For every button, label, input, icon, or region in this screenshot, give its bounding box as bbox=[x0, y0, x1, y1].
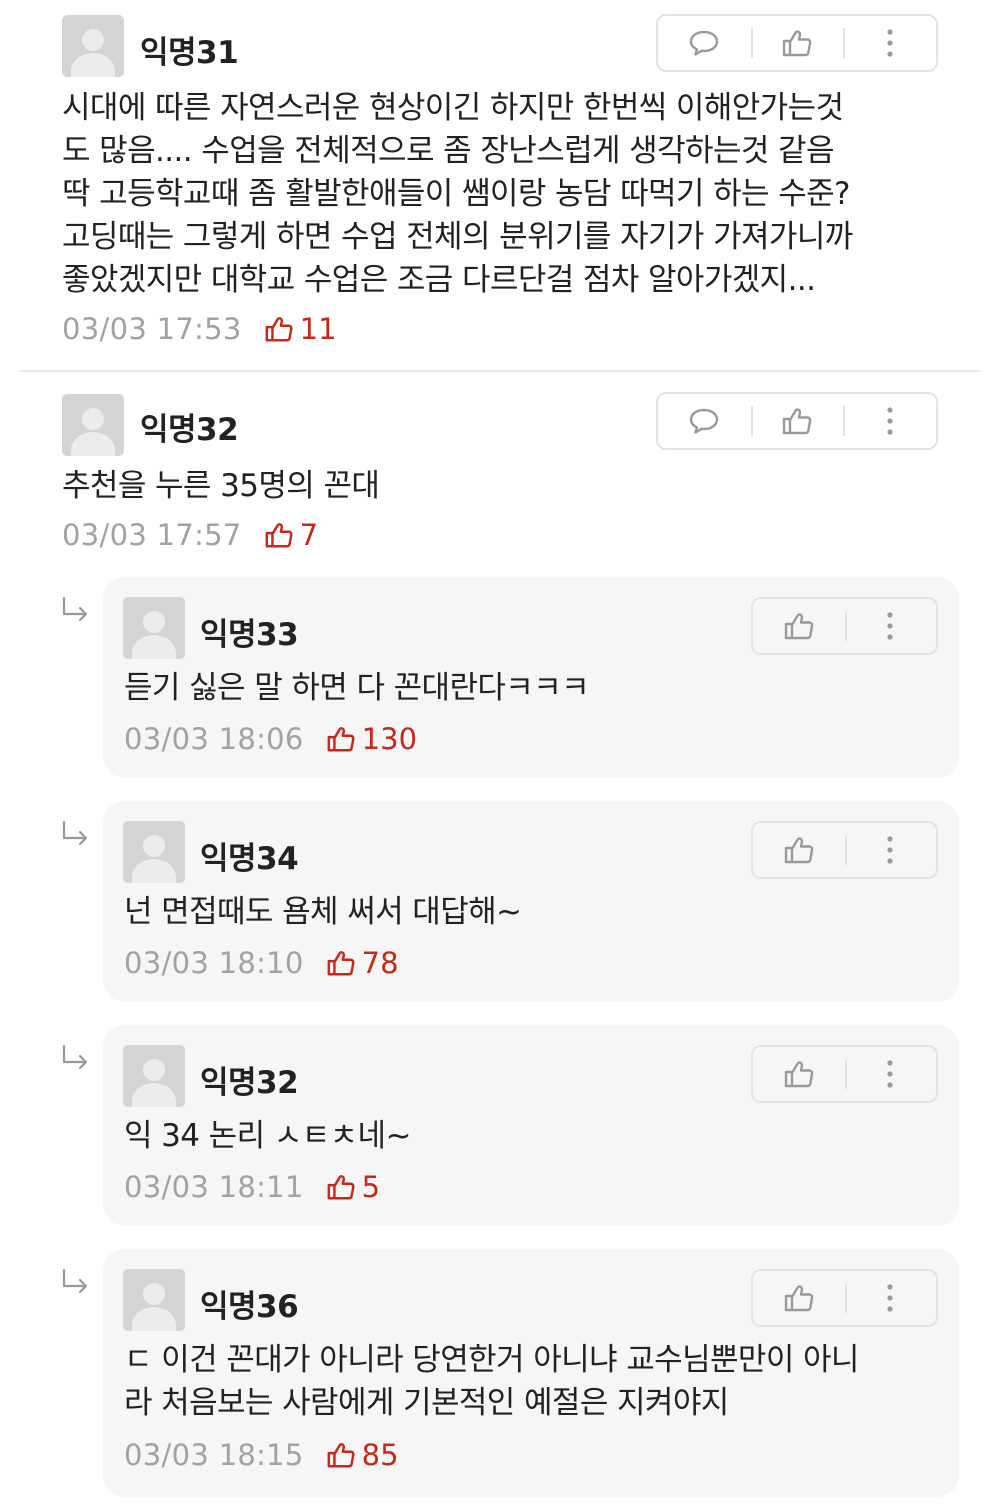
vote-button[interactable] bbox=[753, 1271, 845, 1325]
avatar bbox=[123, 597, 185, 659]
reply-actions bbox=[751, 1269, 938, 1327]
reply-arrow-icon bbox=[62, 820, 88, 846]
like-icon bbox=[264, 520, 294, 550]
reply-timestamp: 03/03 18:15 bbox=[124, 1438, 304, 1472]
reply-actions bbox=[751, 1045, 938, 1103]
reply-32: 익명32 익 34 논리 ㅅㅌㅊ네~ 03/03 18:11 5 bbox=[103, 1025, 959, 1226]
comment-meta: 03/03 17:53 11 bbox=[62, 312, 337, 346]
reply-actions bbox=[751, 821, 938, 879]
vote-button[interactable] bbox=[750, 16, 844, 70]
comment-text: 추천을 누른 35명의 꼰대 bbox=[62, 468, 380, 504]
more-options-button[interactable] bbox=[843, 16, 936, 70]
comment-timestamp: 03/03 17:53 bbox=[62, 312, 242, 346]
more-options-button[interactable] bbox=[843, 394, 936, 448]
reply-text: 넌 면접때도 욤체 써서 대답해~ bbox=[124, 894, 522, 930]
reply-text: 익 34 논리 ㅅㅌㅊ네~ bbox=[124, 1118, 411, 1154]
vote-button[interactable] bbox=[753, 599, 845, 653]
thumbs-up-icon bbox=[782, 408, 812, 435]
reply-button[interactable] bbox=[658, 394, 751, 448]
comment-author: 익명31 bbox=[140, 35, 239, 71]
vertical-ellipsis-icon bbox=[887, 407, 893, 435]
comment-actions bbox=[656, 14, 938, 72]
like-icon bbox=[326, 724, 356, 754]
reply-button[interactable] bbox=[658, 16, 751, 70]
like-count: 11 bbox=[299, 312, 337, 346]
comment-text: 시대에 따른 자연스러운 현상이긴 하지만 한번씩 이해안가는것 도 많음...… bbox=[62, 90, 853, 298]
like-count: 130 bbox=[361, 722, 418, 756]
like-icon bbox=[326, 948, 356, 978]
reply-timestamp: 03/03 18:10 bbox=[124, 946, 304, 980]
reply-arrow-icon bbox=[62, 1044, 88, 1070]
comment-31: 익명31 시대에 따른 자연스러운 현상이긴 하지만 한번씩 이해안가는것 도 … bbox=[0, 0, 1000, 370]
reply-meta: 03/03 18:15 85 bbox=[124, 1438, 399, 1472]
avatar bbox=[62, 394, 124, 456]
vote-button[interactable] bbox=[753, 823, 845, 877]
thumbs-up-icon bbox=[784, 613, 814, 640]
thumbs-up-icon bbox=[784, 837, 814, 864]
avatar bbox=[62, 15, 124, 77]
reply-author: 익명36 bbox=[200, 1289, 299, 1325]
reply-text: 듣기 싫은 말 하면 다 꼰대란다ㅋㅋㅋ bbox=[124, 670, 590, 706]
comment-32: 익명32 추천을 누른 35명의 꼰대 03/03 17:57 7 bbox=[0, 372, 1000, 572]
thumbs-up-icon bbox=[782, 30, 812, 57]
avatar bbox=[123, 1269, 185, 1331]
reply-timestamp: 03/03 18:11 bbox=[124, 1170, 304, 1204]
more-options-button[interactable] bbox=[844, 823, 937, 877]
reply-36: 익명36 ㄷ 이건 꼰대가 아니라 당연한거 아니냐 교수님뿐만이 아니 라 처… bbox=[103, 1249, 959, 1497]
like-count: 85 bbox=[361, 1438, 399, 1472]
reply-actions bbox=[751, 597, 938, 655]
reply-meta: 03/03 18:06 130 bbox=[124, 722, 417, 756]
reply-33: 익명33 듣기 싫은 말 하면 다 꼰대란다ㅋㅋㅋ 03/03 18:06 13… bbox=[103, 577, 959, 778]
reply-text: ㄷ 이건 꼰대가 아니라 당연한거 아니냐 교수님뿐만이 아니 라 처음보는 사… bbox=[124, 1342, 859, 1421]
comment-timestamp: 03/03 17:57 bbox=[62, 518, 242, 552]
more-options-button[interactable] bbox=[844, 1271, 937, 1325]
like-count: 78 bbox=[361, 946, 399, 980]
reply-meta: 03/03 18:10 78 bbox=[124, 946, 399, 980]
thumbs-up-icon bbox=[784, 1061, 814, 1088]
reply-timestamp: 03/03 18:06 bbox=[124, 722, 304, 756]
comment-author: 익명32 bbox=[140, 412, 239, 448]
vertical-ellipsis-icon bbox=[887, 836, 893, 864]
thumbs-up-icon bbox=[784, 1285, 814, 1312]
like-count: 7 bbox=[299, 518, 319, 552]
reply-meta: 03/03 18:11 5 bbox=[124, 1170, 380, 1204]
more-options-button[interactable] bbox=[844, 599, 937, 653]
more-options-button[interactable] bbox=[844, 1047, 937, 1101]
reply-arrow-icon bbox=[62, 1268, 88, 1294]
comment-actions bbox=[656, 392, 938, 450]
reply-author: 익명32 bbox=[200, 1065, 299, 1101]
vote-button[interactable] bbox=[753, 1047, 845, 1101]
vertical-ellipsis-icon bbox=[887, 1060, 893, 1088]
avatar bbox=[123, 821, 185, 883]
vertical-ellipsis-icon bbox=[887, 1284, 893, 1312]
speech-bubble-icon bbox=[690, 408, 719, 434]
reply-author: 익명33 bbox=[200, 617, 299, 653]
vertical-ellipsis-icon bbox=[887, 29, 893, 57]
vertical-ellipsis-icon bbox=[887, 612, 893, 640]
comment-meta: 03/03 17:57 7 bbox=[62, 518, 318, 552]
vote-button[interactable] bbox=[750, 394, 844, 448]
reply-arrow-icon bbox=[62, 596, 88, 622]
like-icon bbox=[326, 1172, 356, 1202]
speech-bubble-icon bbox=[690, 30, 719, 56]
reply-34: 익명34 넌 면접때도 욤체 써서 대답해~ 03/03 18:10 78 bbox=[103, 801, 959, 1002]
like-icon bbox=[326, 1440, 356, 1470]
like-icon bbox=[264, 314, 294, 344]
like-count: 5 bbox=[361, 1170, 381, 1204]
avatar bbox=[123, 1045, 185, 1107]
reply-author: 익명34 bbox=[200, 841, 299, 877]
